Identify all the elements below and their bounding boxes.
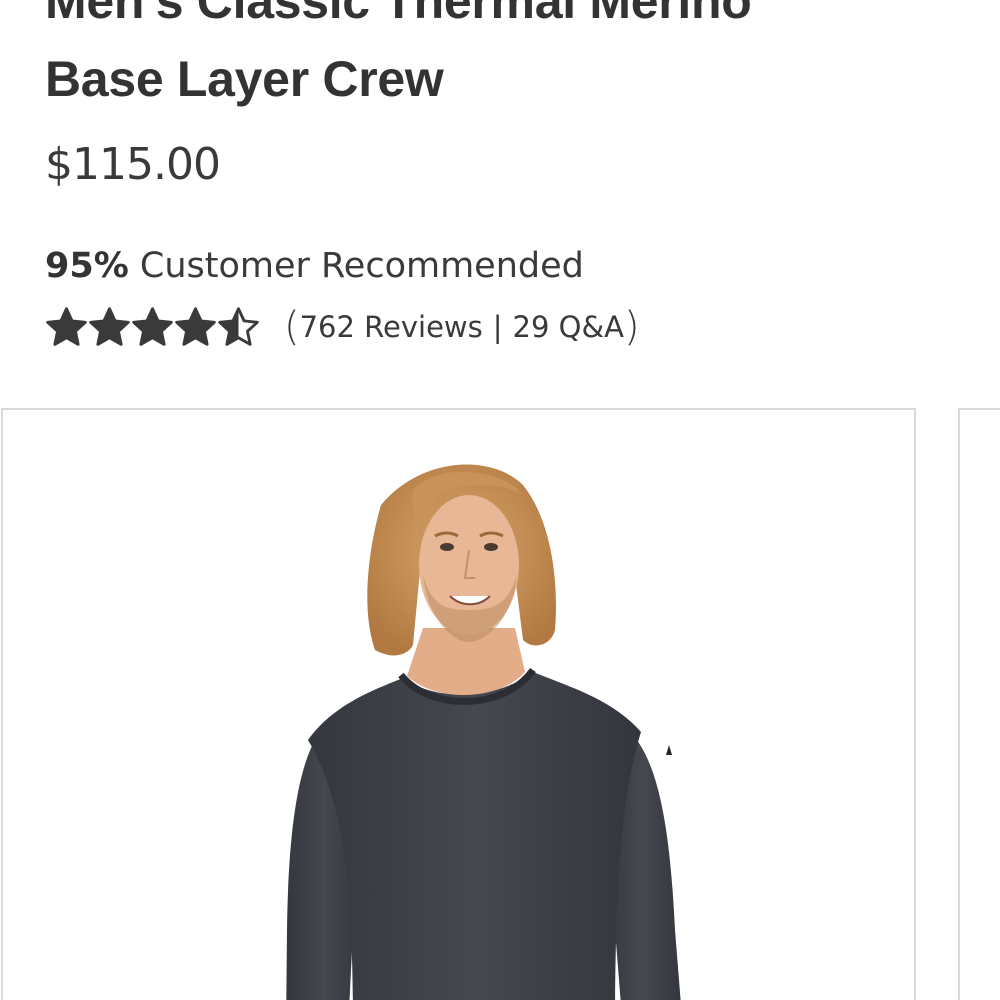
product-image-main[interactable] (1, 408, 916, 1000)
product-title: Men's Classic Thermal Merino Base Layer … (45, 0, 925, 118)
star-icon (89, 306, 130, 346)
qa-link[interactable]: 29 Q&A (513, 310, 624, 344)
star-icon (218, 306, 259, 346)
product-title-line-1: Men's Classic Thermal Merino (45, 0, 752, 29)
recommend-label: Customer Recommended (139, 246, 584, 286)
product-price: $115.00 (45, 139, 221, 190)
reviews-summary: ( 762 Reviews | 29 Q&A ) (284, 307, 640, 347)
rating-row: ( 762 Reviews | 29 Q&A ) (45, 302, 640, 352)
recommend-percent: 95% (45, 246, 129, 286)
star-rating[interactable] (45, 306, 260, 349)
product-page: Men's Classic Thermal Merino Base Layer … (0, 0, 1000, 1000)
star-icon (132, 306, 173, 346)
close-paren: ) (623, 304, 640, 350)
customer-recommended: 95% Customer Recommended (45, 244, 584, 288)
product-title-line-2: Base Layer Crew (45, 51, 444, 107)
reviews-link[interactable]: 762 Reviews (300, 310, 483, 344)
star-icon (46, 306, 87, 346)
reviews-separator: | (492, 310, 503, 344)
product-image-next[interactable] (958, 408, 1000, 1000)
product-photo (286, 464, 681, 1000)
open-paren: ( (284, 304, 300, 350)
star-icon (175, 306, 216, 346)
